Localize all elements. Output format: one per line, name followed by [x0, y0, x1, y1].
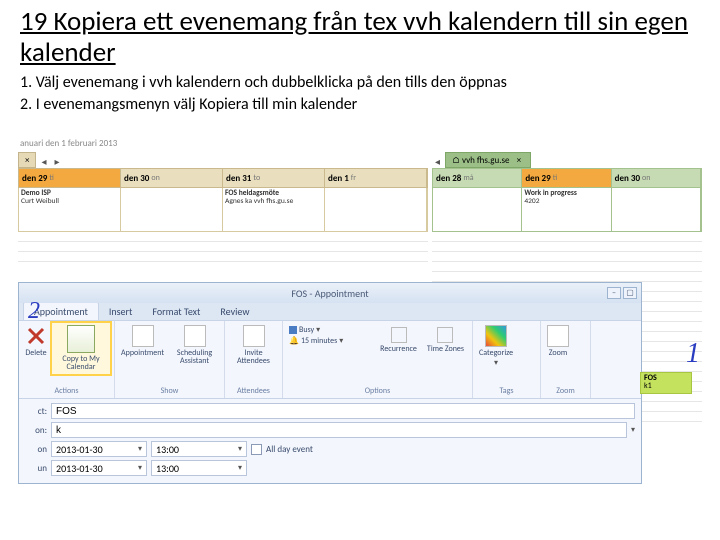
- annotation-2: 2: [28, 298, 40, 325]
- calendar-left-events: Demo ISPCurt Weibull FOS heldagsmöteAgne…: [18, 188, 428, 232]
- subject-input[interactable]: [51, 403, 635, 419]
- day-header[interactable]: den 29ti: [19, 169, 121, 187]
- time-zones-button[interactable]: Time Zones: [425, 325, 466, 355]
- recurrence-button[interactable]: Recurrence: [378, 325, 419, 355]
- group-label-attendees: Attendees: [229, 385, 278, 396]
- end-time-input[interactable]: 13:00▾: [151, 460, 247, 476]
- zoom-button[interactable]: Zoom: [545, 323, 571, 359]
- magnifier-icon: [547, 325, 569, 347]
- annotation-1: 1: [686, 338, 700, 370]
- day-header[interactable]: den 1fr: [325, 169, 427, 187]
- location-input[interactable]: [51, 422, 627, 438]
- group-label-show: Show: [119, 385, 220, 396]
- tab-review[interactable]: Review: [210, 303, 259, 320]
- calendar-right-day-headers: den 28må den 29ti den 30on: [432, 168, 702, 188]
- end-date-input[interactable]: 2013-01-30▾: [51, 460, 147, 476]
- copy-to-my-calendar-button[interactable]: Copy to My Calendar: [52, 323, 110, 374]
- invite-attendees-button[interactable]: Invite Attendees: [229, 323, 278, 368]
- step-2: 2. I evenemangsmenyn välj Kopiera till m…: [20, 94, 700, 116]
- appointment-window: FOS - Appointment – ▢ Appointment Insert…: [18, 282, 642, 484]
- step-1: 1. Välj evenemang i vvh kalendern och du…: [20, 72, 700, 94]
- chevron-right-icon[interactable]: ▸: [52, 155, 63, 168]
- tab-insert[interactable]: Insert: [99, 303, 143, 320]
- delete-icon: [25, 325, 47, 347]
- chevron-left-icon[interactable]: ◂: [38, 155, 49, 168]
- calendar-left: anuari den 1 februari 2013 × ◂ ▸ den 29t…: [18, 138, 428, 243]
- day-header[interactable]: den 29ti: [522, 169, 611, 187]
- group-label-actions: Actions: [23, 385, 110, 396]
- tab-format-text[interactable]: Format Text: [142, 303, 210, 320]
- highlighted-event[interactable]: FOSk1: [640, 372, 692, 394]
- appointment-icon: [132, 325, 154, 347]
- event-cell[interactable]: Demo ISPCurt Weibull: [19, 188, 121, 231]
- start-label: on: [25, 444, 47, 455]
- window-title: FOS - Appointment: [291, 287, 368, 300]
- calendar-left-day-headers: den 29ti den 30on den 31to den 1fr: [18, 168, 428, 188]
- invite-icon: [243, 325, 265, 347]
- day-header[interactable]: den 28må: [433, 169, 522, 187]
- chevron-left-icon[interactable]: ◂: [432, 155, 443, 168]
- window-titlebar: FOS - Appointment – ▢: [19, 283, 641, 303]
- day-header[interactable]: den 30on: [612, 169, 701, 187]
- all-day-checkbox[interactable]: [251, 444, 262, 455]
- start-date-input[interactable]: 2013-01-30▾: [51, 441, 147, 457]
- calendar-copy-icon: [67, 325, 95, 353]
- globe-icon: [437, 327, 453, 343]
- reminder-dropdown[interactable]: 🔔15 minutes ▾: [289, 336, 372, 346]
- group-label-options: Options: [287, 385, 468, 396]
- show-as-dropdown[interactable]: Busy ▾: [289, 325, 372, 335]
- calendar-left-tab-close[interactable]: ×: [18, 152, 36, 168]
- bell-icon: 🔔: [289, 336, 299, 346]
- instructions: 1. Välj evenemang i vvh kalendern och du…: [0, 68, 720, 123]
- minimize-button[interactable]: –: [607, 287, 621, 299]
- calendar-left-header: anuari den 1 februari 2013: [18, 138, 428, 151]
- event-cell[interactable]: [121, 188, 223, 231]
- slide-title: 19 Kopiera ett evenemang från tex vvh ka…: [0, 0, 720, 68]
- ribbon-tabs: Appointment Insert Format Text Review: [19, 303, 641, 321]
- day-header[interactable]: den 31to: [223, 169, 325, 187]
- group-label-zoom: Zoom: [545, 385, 586, 396]
- location-label: on:: [25, 425, 47, 436]
- event-cell[interactable]: [612, 188, 701, 231]
- event-cell[interactable]: Work in progress4202: [522, 188, 611, 231]
- end-label: un: [25, 463, 47, 474]
- start-time-input[interactable]: 13:00▾: [151, 441, 247, 457]
- ribbon: Delete Copy to My Calendar Actions Appoi…: [19, 321, 641, 399]
- location-dropdown-icon[interactable]: ▾: [631, 425, 635, 435]
- appointment-view-button[interactable]: Appointment: [119, 323, 166, 359]
- event-cell[interactable]: [433, 188, 522, 231]
- scheduling-assistant-button[interactable]: Scheduling Assistant: [169, 323, 220, 368]
- scheduling-icon: [184, 325, 206, 347]
- categorize-icon: [485, 325, 507, 347]
- subject-label: ct:: [25, 406, 47, 417]
- categorize-button[interactable]: Categorize▾: [477, 323, 515, 370]
- all-day-label: All day event: [266, 444, 313, 455]
- appointment-form: ct: on: ▾ on 2013-01-30▾ 13:00▾ All day …: [19, 399, 641, 483]
- maximize-button[interactable]: ▢: [623, 287, 637, 299]
- event-cell[interactable]: FOS heldagsmöteAgnes ka vvh fhs.gu.se: [223, 188, 325, 231]
- calendar-right-tab[interactable]: ⌂ vvh fhs.gu.se ×: [445, 152, 531, 168]
- event-cell[interactable]: [325, 188, 427, 231]
- delete-button[interactable]: Delete: [23, 323, 49, 359]
- calendar-right-events: Work in progress4202: [432, 188, 702, 232]
- day-header[interactable]: den 30on: [121, 169, 223, 187]
- group-label-tags: Tags: [477, 385, 536, 396]
- recurrence-icon: [391, 327, 407, 343]
